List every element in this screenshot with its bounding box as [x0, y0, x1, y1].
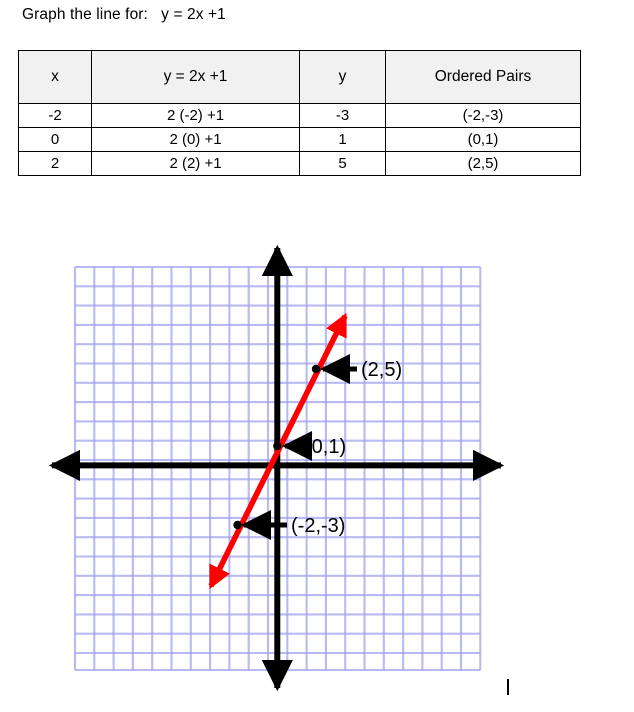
column-header-ordered-pairs: Ordered Pairs [385, 50, 581, 104]
plot-point-2-5 [311, 364, 321, 374]
table-header-row: x y = 2x +1 y Ordered Pairs [18, 50, 581, 104]
point-label-0-1: (0,1) [305, 436, 346, 458]
graph-svg: (2,5) (0,1) (-2,-3) [48, 244, 505, 692]
cell-y: -3 [299, 103, 386, 128]
value-table: x y = 2x +1 y Ordered Pairs -2 2 (-2) +1… [18, 50, 581, 176]
cell-expression: 2 (-2) +1 [91, 103, 300, 128]
cell-ordered-pair: (0,1) [385, 127, 581, 152]
cell-x: -2 [18, 103, 92, 128]
cell-y: 1 [299, 127, 386, 152]
cell-expression: 2 (0) +1 [91, 127, 300, 152]
column-header-y: y [299, 50, 386, 104]
cell-ordered-pair: (2,5) [385, 151, 581, 176]
point-label-2-5: (2,5) [361, 359, 402, 381]
column-header-x: x [18, 50, 92, 104]
column-header-equation: y = 2x +1 [91, 50, 300, 104]
table-row: -2 2 (-2) +1 -3 (-2,-3) [18, 103, 581, 128]
point-label-neg2-neg3: (-2,-3) [291, 515, 345, 537]
cell-x: 2 [18, 151, 92, 176]
plot-point-neg2-neg3 [233, 520, 242, 530]
plot-point-0-1 [273, 441, 282, 451]
table-row: 2 2 (2) +1 5 (2,5) [18, 151, 581, 176]
cell-y: 5 [299, 151, 386, 176]
cell-x: 0 [18, 127, 92, 152]
coordinate-graph: (2,5) (0,1) (-2,-3) [0, 230, 634, 712]
cell-expression: 2 (2) +1 [91, 151, 300, 176]
cell-ordered-pair: (-2,-3) [385, 103, 581, 128]
table-row: 0 2 (0) +1 1 (0,1) [18, 127, 581, 152]
page-title: Graph the line for: y = 2x +1 [22, 6, 226, 23]
text-caret [507, 679, 509, 695]
